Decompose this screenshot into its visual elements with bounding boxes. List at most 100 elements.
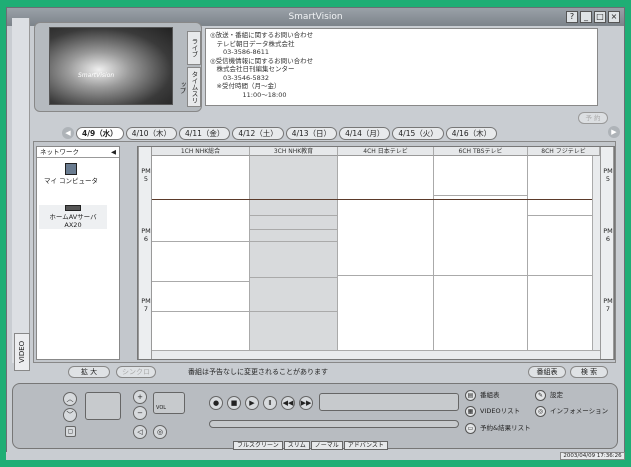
reserve-list-icon: ▭ bbox=[465, 423, 476, 434]
vertical-scrollbar[interactable] bbox=[592, 156, 600, 351]
rewind-icon[interactable]: ◀◀ bbox=[281, 396, 295, 410]
pause-icon[interactable]: Ⅱ bbox=[263, 396, 277, 410]
program-cell[interactable] bbox=[434, 276, 528, 352]
menu-label: 設定 bbox=[550, 391, 563, 399]
guide-bottom-bar: 拡 大 シンクロ 番組は予告なしに変更されることがあります 番組表 検 索 bbox=[68, 366, 610, 380]
info-line: ※受付時間（月〜金） bbox=[210, 82, 281, 90]
help-button[interactable]: ? bbox=[566, 11, 578, 23]
channel-display bbox=[85, 392, 121, 420]
stop-icon[interactable]: ■ bbox=[227, 396, 241, 410]
collapse-icon[interactable]: ◀ bbox=[111, 147, 119, 158]
clock: 2003/04/09 17:36:26 bbox=[560, 452, 625, 460]
video-tab[interactable]: VIDEO bbox=[14, 333, 30, 371]
menu-settings[interactable]: ✎ 設定 bbox=[535, 390, 563, 401]
program-cell[interactable] bbox=[152, 242, 250, 282]
program-cell[interactable] bbox=[250, 230, 338, 242]
tab-date[interactable]: 4/14（月） bbox=[339, 126, 391, 140]
menu-reserve-list[interactable]: ▭ 予約&結果リスト bbox=[465, 423, 531, 434]
guide-icon: ▤ bbox=[465, 390, 476, 401]
channel-down-icon[interactable]: ﹀ bbox=[63, 408, 77, 422]
time-label: PM 5 bbox=[141, 167, 151, 183]
tab-date[interactable]: 4/10（木） bbox=[125, 126, 178, 140]
preview-logo: SmartVision bbox=[78, 72, 115, 79]
channel-header[interactable]: 6CH TBSテレビ bbox=[434, 147, 528, 156]
guide-button[interactable]: 番組表 bbox=[528, 366, 566, 378]
program-cell[interactable] bbox=[528, 216, 600, 276]
play-icon[interactable]: ▶ bbox=[245, 396, 259, 410]
channel-header[interactable]: 8CH フジテレビ bbox=[528, 147, 600, 156]
mute-icon[interactable]: ◁ bbox=[133, 425, 147, 439]
program-cell[interactable] bbox=[250, 312, 338, 352]
program-cell[interactable] bbox=[528, 276, 600, 352]
program-cell[interactable] bbox=[338, 156, 434, 276]
date-tabs: ◀ 4/9（水） 4/10（木） 4/11（金） 4/12（土） 4/13（日）… bbox=[62, 126, 498, 140]
tab-date[interactable]: 4/11（金） bbox=[179, 126, 231, 140]
preview-screen[interactable]: SmartVision bbox=[49, 27, 173, 105]
program-cell[interactable] bbox=[528, 156, 600, 216]
mode-fullscreen[interactable]: フルスクリーン bbox=[233, 441, 283, 450]
channel-header[interactable]: 4CH 日本テレビ bbox=[338, 147, 434, 156]
tab-timeslip[interactable]: タイムスリップ bbox=[178, 67, 201, 107]
tab-date[interactable]: 4/13（日） bbox=[285, 126, 338, 140]
program-cell[interactable] bbox=[250, 216, 338, 230]
seek-bar[interactable] bbox=[209, 420, 459, 428]
tab-date[interactable]: 4/12（土） bbox=[232, 126, 284, 140]
mode-normal[interactable]: ノーマル bbox=[310, 441, 343, 450]
tab-live[interactable]: ライブ bbox=[187, 31, 201, 65]
horizontal-scrollbar[interactable] bbox=[152, 350, 600, 359]
tab-date[interactable]: 4/9（水） bbox=[76, 126, 124, 140]
info-box: ◎放送・番組に関するお問い合わせ テレビ朝日データ株式会社 03-3586-86… bbox=[205, 28, 598, 106]
time-column-right: PM 5 PM 6 PM 7 bbox=[600, 147, 614, 359]
program-cell[interactable] bbox=[250, 242, 338, 278]
channel-header[interactable]: 1CH NHK総合 bbox=[152, 147, 250, 156]
minimize-button[interactable]: _ bbox=[580, 11, 592, 23]
program-cell[interactable] bbox=[434, 196, 528, 276]
channel-header[interactable]: 3CH NHK教育 bbox=[250, 147, 338, 156]
program-guide: PM 5 PM 6 PM 7 1CH NHK総合 3CH NHK教育 4CH 日本テレ… bbox=[137, 146, 615, 360]
network-header: ネットワーク ◀ bbox=[37, 147, 119, 158]
program-cell[interactable] bbox=[152, 282, 250, 312]
audio-mode-icon[interactable]: ◎ bbox=[153, 425, 167, 439]
reserve-button[interactable]: 予 約 bbox=[578, 112, 608, 124]
mode-advanced[interactable]: アドバンスト bbox=[343, 441, 388, 450]
menu-guide[interactable]: ▤ 番組表 bbox=[465, 390, 500, 401]
tab-date[interactable]: 4/16（木） bbox=[445, 126, 498, 140]
program-cell[interactable] bbox=[338, 276, 434, 352]
fast-forward-icon[interactable]: ▶▶ bbox=[299, 396, 313, 410]
preview-panel: SmartVision ライブ タイムスリップ bbox=[34, 22, 202, 112]
menu-information[interactable]: ◎ インフォメーション bbox=[535, 406, 608, 417]
program-cell[interactable] bbox=[152, 312, 250, 352]
time-label: PM 5 bbox=[603, 167, 613, 183]
computer-icon bbox=[65, 163, 77, 175]
device-home-av-server[interactable]: ホームAVサーバ AX20 bbox=[39, 205, 107, 229]
menu-video-list[interactable]: ▦ VIDEOリスト bbox=[465, 406, 520, 417]
info-line: 03-3586-8611 bbox=[210, 48, 270, 56]
channel-up-icon[interactable]: ︿ bbox=[63, 392, 77, 406]
device-label: マイ コンピュータ bbox=[43, 177, 99, 185]
time-label: PM 7 bbox=[141, 297, 151, 313]
program-cell[interactable] bbox=[250, 156, 338, 216]
record-icon[interactable]: ● bbox=[209, 396, 223, 410]
time-label: PM 7 bbox=[603, 297, 613, 313]
left-strip bbox=[12, 18, 30, 363]
tab-date[interactable]: 4/15（火） bbox=[392, 126, 444, 140]
volume-down-icon[interactable]: − bbox=[133, 406, 147, 420]
notice-text: 番組は予告なしに変更されることがあります bbox=[188, 368, 328, 376]
prev-arrow-icon[interactable]: ◀ bbox=[62, 127, 74, 139]
input-icon[interactable]: ▢ bbox=[65, 426, 76, 437]
next-arrow-icon[interactable]: ▶ bbox=[608, 126, 620, 138]
zoom-button[interactable]: 拡 大 bbox=[68, 366, 110, 378]
search-button[interactable]: 検 索 bbox=[570, 366, 608, 378]
time-label: PM 6 bbox=[603, 227, 613, 243]
device-my-computer[interactable]: マイ コンピュータ bbox=[43, 163, 99, 185]
volume-label: VOL bbox=[156, 405, 167, 411]
close-button[interactable]: × bbox=[608, 11, 620, 23]
network-panel: ネットワーク ◀ マイ コンピュータ ホームAVサーバ AX20 bbox=[36, 146, 120, 360]
settings-icon: ✎ bbox=[535, 390, 546, 401]
mode-slim[interactable]: スリム bbox=[283, 441, 310, 450]
maximize-button[interactable]: □ bbox=[594, 11, 606, 23]
sync-button[interactable]: シンクロ bbox=[116, 366, 156, 378]
program-cell[interactable] bbox=[250, 278, 338, 312]
volume-up-icon[interactable]: + bbox=[133, 390, 147, 404]
program-cell[interactable] bbox=[434, 156, 528, 196]
